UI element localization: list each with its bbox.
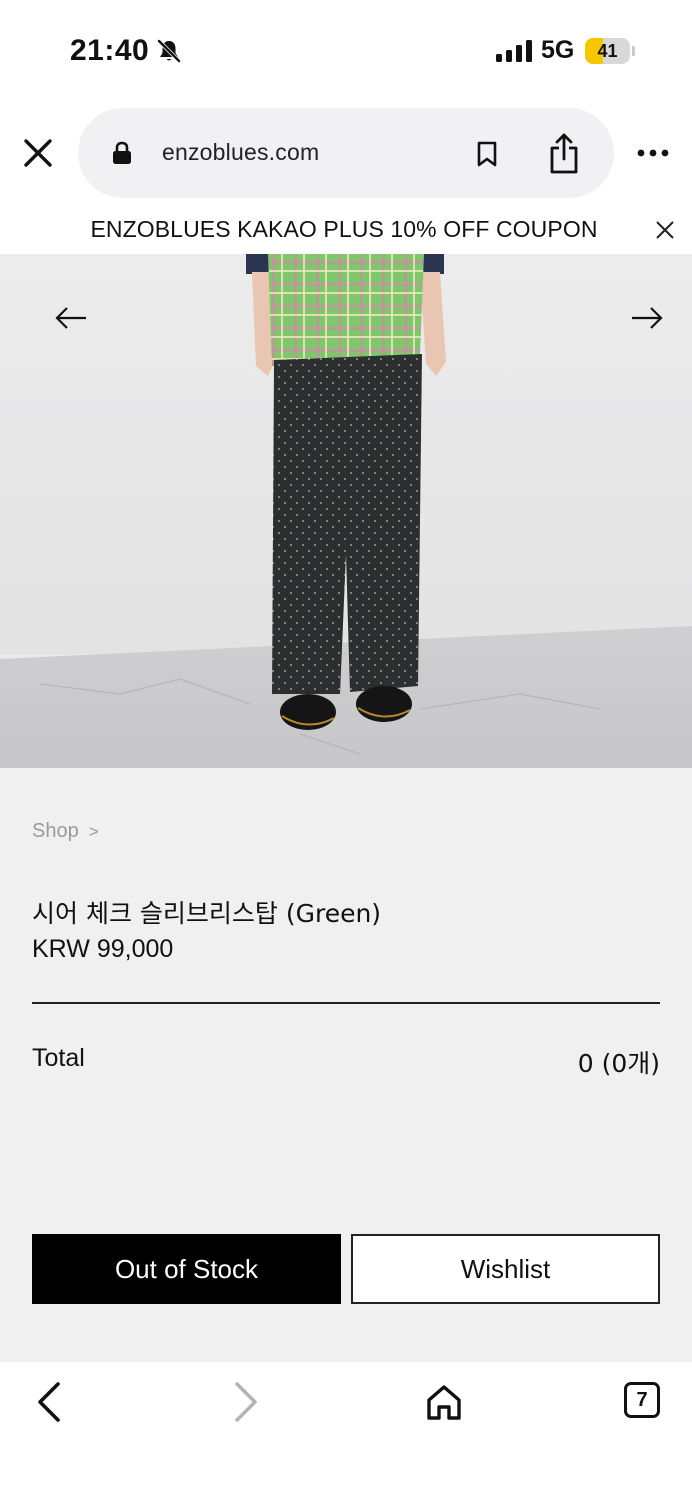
browser-toolbar: 7 (0, 1362, 692, 1500)
breadcrumb-separator: > (88, 822, 99, 841)
network-type: 5G (541, 36, 575, 64)
status-bar: 21:40 5G 41 (0, 0, 692, 100)
product-name: 시어 체크 슬리브리스탑 (Green) (32, 899, 382, 928)
divider (32, 1002, 660, 1004)
wishlist-button[interactable]: Wishlist (351, 1234, 660, 1304)
promo-text: ENZOBLUES KAKAO PLUS 10% OFF COUPON (90, 216, 598, 242)
bookmark-icon[interactable] (476, 141, 498, 167)
lock-icon (113, 141, 131, 164)
address-bar[interactable]: enzoblues.com (78, 108, 614, 198)
share-icon[interactable] (548, 132, 580, 174)
out-of-stock-button[interactable]: Out of Stock (32, 1234, 341, 1304)
product-photo (0, 254, 692, 768)
product-price: KRW 99,000 (32, 935, 174, 963)
arrow-left-icon[interactable] (54, 306, 88, 330)
url-text: enzoblues.com (162, 139, 320, 165)
promo-banner[interactable]: ENZOBLUES KAKAO PLUS 10% OFF COUPON (0, 208, 692, 254)
product-info: Shop > 시어 체크 슬리브리스탑 (Green) KRW 99,000 To… (0, 768, 692, 1362)
status-time: 21:40 (70, 34, 150, 67)
arrow-right-icon[interactable] (630, 306, 664, 330)
back-icon[interactable] (34, 1380, 64, 1424)
product-image-carousel[interactable] (0, 254, 692, 768)
breadcrumb-shop-link[interactable]: Shop (32, 820, 79, 842)
tabs-button[interactable]: 7 (624, 1382, 660, 1418)
battery-label: 41 (597, 41, 618, 61)
bell-muted-icon (157, 39, 181, 63)
total-label: Total (32, 1044, 85, 1072)
home-icon[interactable] (424, 1382, 464, 1422)
total-value: 0 (0개) (577, 1049, 660, 1078)
battery-indicator: 41 (585, 38, 635, 64)
breadcrumb: Shop > (32, 820, 99, 843)
close-icon[interactable] (655, 220, 675, 240)
forward-icon[interactable] (231, 1380, 261, 1424)
more-options-icon[interactable] (636, 143, 670, 163)
cell-signal-icon (496, 40, 532, 62)
close-icon[interactable] (22, 137, 54, 169)
